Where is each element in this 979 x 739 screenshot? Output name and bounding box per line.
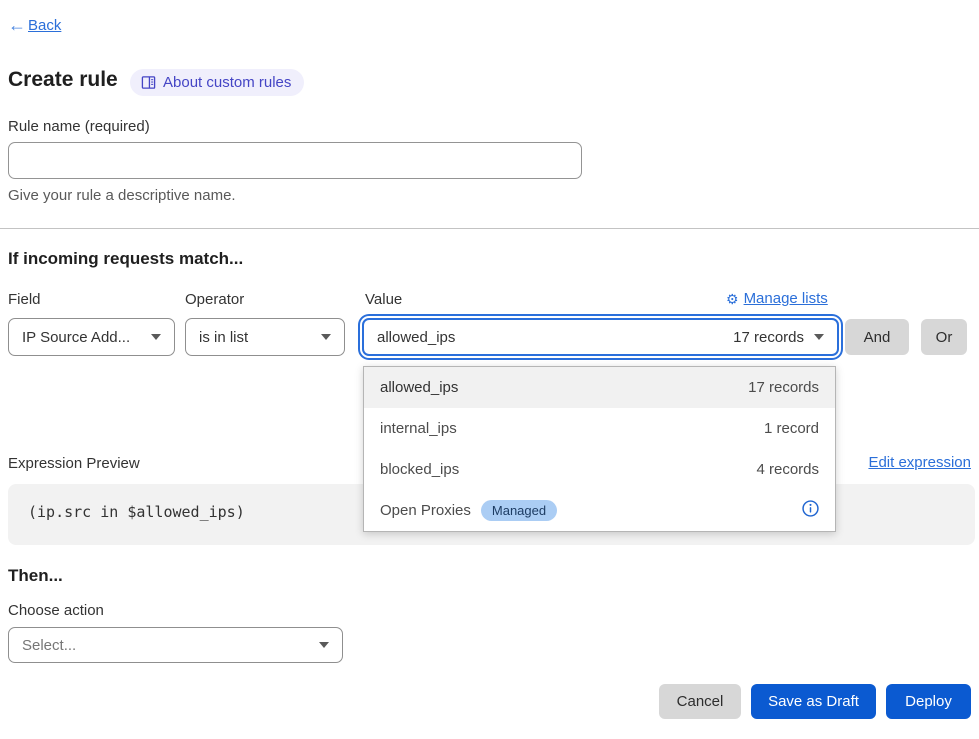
- expression-code: (ip.src in $allowed_ips): [28, 503, 245, 521]
- list-option-allowed-ips[interactable]: allowed_ips 17 records: [364, 367, 835, 408]
- list-option-open-proxies[interactable]: Open Proxies Managed: [364, 490, 835, 531]
- rule-name-label: Rule name (required): [8, 118, 150, 135]
- operator-select[interactable]: is in list: [185, 318, 345, 356]
- list-option-internal-ips[interactable]: internal_ips 1 record: [364, 408, 835, 449]
- manage-lists-link[interactable]: Manage lists: [744, 290, 828, 307]
- footer-actions: Cancel Save as Draft Deploy: [659, 684, 971, 719]
- expression-preview-label: Expression Preview: [8, 455, 140, 472]
- list-option-name: internal_ips: [380, 420, 457, 437]
- info-icon[interactable]: [802, 500, 819, 521]
- cancel-button[interactable]: Cancel: [659, 684, 741, 719]
- operator-label: Operator: [185, 291, 244, 308]
- chevron-down-icon: [321, 334, 331, 340]
- rule-name-input[interactable]: [8, 142, 582, 179]
- create-rule-page: ← Back Create rule About custom rules Ru…: [0, 0, 979, 739]
- about-custom-rules-badge[interactable]: About custom rules: [130, 69, 304, 96]
- save-as-draft-button[interactable]: Save as Draft: [751, 684, 876, 719]
- managed-badge: Managed: [481, 500, 557, 521]
- match-section-heading: If incoming requests match...: [8, 249, 243, 269]
- about-custom-rules-label: About custom rules: [163, 74, 291, 91]
- then-section-heading: Then...: [8, 566, 63, 586]
- and-button[interactable]: And: [845, 319, 909, 355]
- field-select-value: IP Source Add...: [22, 329, 130, 346]
- list-option-count: 1 record: [764, 420, 819, 437]
- value-label: Value: [365, 291, 402, 308]
- value-select-name: allowed_ips: [377, 329, 455, 346]
- or-button[interactable]: Or: [921, 319, 967, 355]
- manage-lists-link-row: ⚙ Manage lists: [726, 290, 828, 307]
- section-divider: [0, 228, 979, 229]
- choose-action-label: Choose action: [8, 602, 104, 619]
- value-select[interactable]: allowed_ips 17 records: [362, 318, 839, 356]
- field-select[interactable]: IP Source Add...: [8, 318, 175, 356]
- chevron-down-icon: [814, 334, 824, 340]
- field-label: Field: [8, 291, 41, 308]
- back-link-row: ← Back: [8, 16, 61, 34]
- deploy-button[interactable]: Deploy: [886, 684, 971, 719]
- operator-select-value: is in list: [199, 329, 248, 346]
- back-link[interactable]: Back: [28, 17, 61, 34]
- list-option-name: Open Proxies: [380, 502, 471, 519]
- chevron-down-icon: [151, 334, 161, 340]
- chevron-down-icon: [319, 642, 329, 648]
- action-select[interactable]: Select...: [8, 627, 343, 663]
- edit-expression-link[interactable]: Edit expression: [868, 454, 971, 471]
- rule-name-helper-text: Give your rule a descriptive name.: [8, 187, 236, 204]
- list-option-count: 4 records: [756, 461, 819, 478]
- book-icon: [141, 75, 156, 90]
- gear-icon: ⚙: [726, 292, 739, 306]
- back-arrow-icon: ←: [8, 16, 26, 34]
- list-option-name: blocked_ips: [380, 461, 459, 478]
- list-option-name: allowed_ips: [380, 379, 458, 396]
- list-option-count: 17 records: [748, 379, 819, 396]
- value-select-count: 17 records: [733, 329, 804, 346]
- page-title: Create rule: [8, 68, 118, 92]
- list-option-blocked-ips[interactable]: blocked_ips 4 records: [364, 449, 835, 490]
- list-dropdown-panel: allowed_ips 17 records internal_ips 1 re…: [363, 366, 836, 532]
- action-select-placeholder: Select...: [22, 637, 76, 654]
